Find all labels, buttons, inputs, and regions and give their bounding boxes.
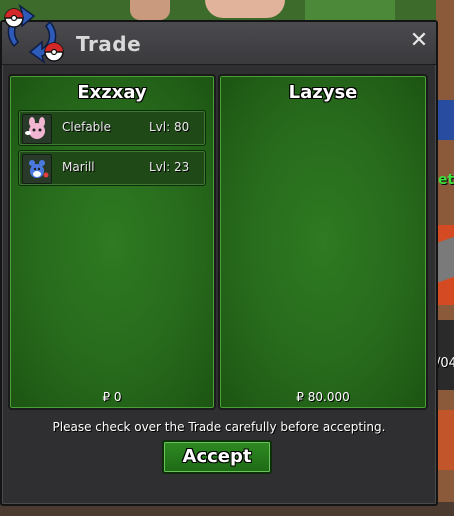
npc-sprite xyxy=(205,0,285,18)
trade-warning-note: Please check over the Trade carefully be… xyxy=(52,420,386,434)
close-icon[interactable]: ✕ xyxy=(408,30,430,52)
trade-panel-left: Exzxay Clefable Lvl: 80 Marill Lvl: 23 ₽… xyxy=(8,74,216,410)
trade-dialog: Trade ✕ Exzxay Clefable Lvl: 80 Marill L… xyxy=(0,20,438,506)
trade-panel-right: Lazyse ₽ 80.000 xyxy=(218,74,428,410)
pokemon-level: Lvl: 23 xyxy=(149,160,190,174)
offscreen-green-label: eti xyxy=(438,172,454,188)
trader-name-left: Exzxay xyxy=(77,82,147,103)
pokeball-trade-arrows-icon xyxy=(4,4,64,64)
blue-tile xyxy=(436,100,454,140)
money-offer-left: ₽ 0 xyxy=(102,390,122,404)
pokemon-name: Clefable xyxy=(62,120,112,134)
clefable-sprite-icon xyxy=(22,114,52,144)
tree-tile xyxy=(305,0,395,20)
npc-sprite xyxy=(130,0,170,20)
dialog-title: Trade xyxy=(76,32,142,56)
pokemon-name: Marill xyxy=(62,160,95,174)
trade-pokemon-slot[interactable]: Marill Lvl: 23 xyxy=(18,150,206,186)
accept-button[interactable]: Accept xyxy=(162,440,272,474)
orange-tile-lower xyxy=(436,410,454,470)
marill-sprite-icon xyxy=(22,154,52,184)
pokemon-level: Lvl: 80 xyxy=(149,120,190,134)
dark-tile xyxy=(436,320,454,390)
sword-sprite xyxy=(436,236,454,284)
offscreen-number-label: /04 xyxy=(436,356,454,371)
money-offer-right: ₽ 80.000 xyxy=(296,390,350,404)
trader-name-right: Lazyse xyxy=(288,82,358,103)
trade-pokemon-slot[interactable]: Clefable Lvl: 80 xyxy=(18,110,206,146)
